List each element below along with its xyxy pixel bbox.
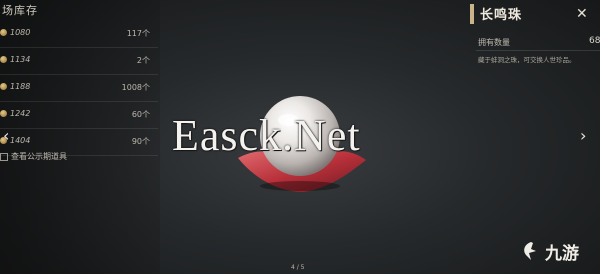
owned-label: 拥有数量: [478, 38, 510, 47]
owned-value: 68: [589, 36, 600, 46]
row-quantity: 90个: [131, 137, 150, 146]
row-quantity: 60个: [131, 110, 150, 119]
logo-text: 九游: [545, 243, 579, 264]
stock-row[interactable]: 1134 2个: [0, 48, 158, 75]
stock-row[interactable]: 1080 117个: [0, 21, 158, 48]
row-price: 1188: [10, 82, 31, 91]
item-description: 藏于蚌洞之珠，可交换人世珍品。: [478, 56, 576, 64]
next-arrow-icon[interactable]: ›: [580, 126, 586, 145]
item-name: 长鸣珠: [480, 8, 523, 23]
site-logo: 九游: [520, 236, 596, 266]
item-info-panel: 长鸣珠 ✕ 拥有数量 68 藏于蚌洞之珠，可交换人世珍品。: [470, 0, 600, 80]
row-price: 1242: [10, 109, 31, 118]
checkbox-icon[interactable]: [0, 152, 8, 161]
page-indicator: 4 / 5: [291, 264, 305, 271]
coin-icon: [0, 110, 7, 117]
coin-icon: [0, 29, 7, 36]
row-quantity: 2个: [136, 56, 150, 65]
row-quantity: 1008个: [121, 83, 150, 92]
row-price: 1134: [10, 55, 31, 64]
divider: [476, 50, 600, 51]
close-icon[interactable]: ✕: [576, 6, 588, 22]
stock-row[interactable]: 1188 1008个: [0, 75, 158, 102]
panel-title: 场库存: [2, 4, 38, 17]
stock-row[interactable]: 1242 60个: [0, 102, 158, 129]
stock-list: 1080 117个 1134 2个 1188 1008个 1242 60个 14…: [0, 21, 158, 156]
public-period-label: 查看公示期道具: [11, 152, 67, 161]
public-period-toggle[interactable]: 查看公示期道具: [0, 151, 67, 162]
coin-icon: [0, 83, 7, 90]
title-accent-bar: [470, 4, 474, 24]
watermark-text: Easck.Net: [172, 111, 361, 160]
row-quantity: 117个: [126, 29, 150, 38]
row-price: 1080: [10, 28, 31, 37]
prev-arrow-icon[interactable]: ‹: [3, 126, 9, 145]
coin-icon: [0, 56, 7, 63]
market-stock-panel: 场库存 1080 117个 1134 2个 1188 1008个 1242 60…: [0, 0, 160, 274]
row-price: 1404: [10, 136, 31, 145]
logo-mark-icon: [524, 242, 536, 260]
